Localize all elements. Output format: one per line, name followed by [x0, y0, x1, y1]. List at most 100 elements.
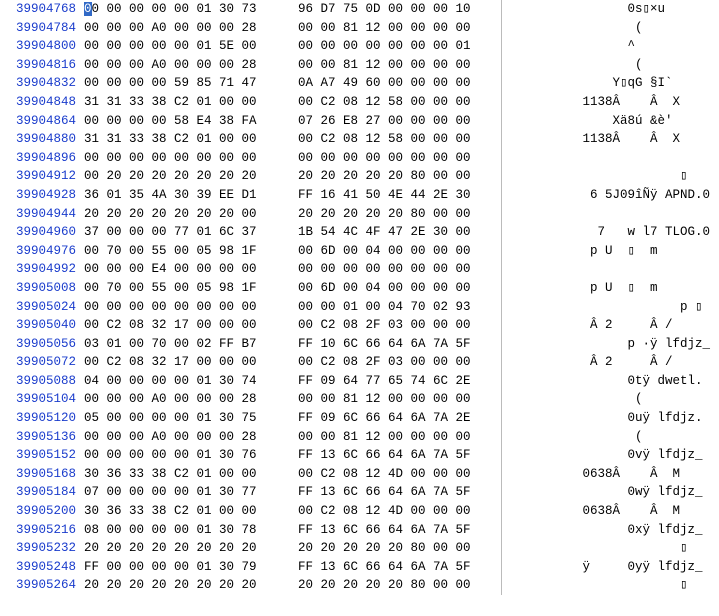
hex-bytes-right[interactable]: 00 00 81 12 00 00 00 00: [298, 390, 496, 409]
hex-bytes-right[interactable]: FF 13 6C 66 64 6A 7A 5F: [298, 558, 496, 577]
hex-row[interactable]: 3990494420 20 20 20 20 20 20 0020 20 20 …: [0, 205, 719, 224]
hex-bytes-right[interactable]: 00 00 81 12 00 00 00 00: [298, 428, 496, 447]
ascii-dump[interactable]: 0wÿ lfdjz_: [510, 483, 710, 502]
ascii-dump[interactable]: p U ▯ m: [510, 279, 710, 298]
hex-bytes-right[interactable]: 00 00 81 12 00 00 00 00: [298, 56, 496, 75]
hex-bytes-left[interactable]: 00 70 00 55 00 05 98 1F: [82, 279, 280, 298]
hex-row[interactable]: 3990483200 00 00 00 59 85 71 470A A7 49 …: [0, 74, 719, 93]
hex-bytes-left[interactable]: 20 20 20 20 20 20 20 20: [82, 539, 280, 558]
hex-row[interactable]: 3990496037 00 00 00 77 01 6C 371B 54 4C …: [0, 223, 719, 242]
hex-bytes-left[interactable]: 03 01 00 70 00 02 FF B7: [82, 335, 280, 354]
hex-row[interactable]: 3990510400 00 00 A0 00 00 00 2800 00 81 …: [0, 390, 719, 409]
hex-bytes-left[interactable]: 37 00 00 00 77 01 6C 37: [82, 223, 280, 242]
ascii-dump[interactable]: (: [510, 56, 710, 75]
ascii-dump[interactable]: 0uÿ lfdjz.: [510, 409, 710, 428]
ascii-dump[interactable]: ▯: [510, 576, 710, 595]
hex-bytes-right[interactable]: 00 C2 08 12 58 00 00 00: [298, 93, 496, 112]
hex-bytes-left[interactable]: 00 00 00 00 00 00 00 00: [82, 298, 280, 317]
hex-bytes-left[interactable]: 00 C2 08 32 17 00 00 00: [82, 353, 280, 372]
hex-row[interactable]: 3990504000 C2 08 32 17 00 00 0000 C2 08 …: [0, 316, 719, 335]
hex-row[interactable]: 3990508804 00 00 00 00 01 30 74FF 09 64 …: [0, 372, 719, 391]
hex-bytes-right[interactable]: FF 10 6C 66 64 6A 7A 5F: [298, 335, 496, 354]
hex-row[interactable]: 3990497600 70 00 55 00 05 98 1F00 6D 00 …: [0, 242, 719, 261]
hex-bytes-left[interactable]: 00 00 00 00 59 85 71 47: [82, 74, 280, 93]
hex-row[interactable]: 3990489600 00 00 00 00 00 00 0000 00 00 …: [0, 149, 719, 168]
hex-bytes-left[interactable]: 07 00 00 00 00 01 30 77: [82, 483, 280, 502]
hex-bytes-right[interactable]: 00 00 00 00 00 00 00 01: [298, 37, 496, 56]
hex-bytes-right[interactable]: FF 13 6C 66 64 6A 7A 5F: [298, 521, 496, 540]
hex-row[interactable]: 3990521608 00 00 00 00 01 30 78FF 13 6C …: [0, 521, 719, 540]
hex-row[interactable]: 3990484831 31 33 38 C2 01 00 0000 C2 08 …: [0, 93, 719, 112]
hex-bytes-right[interactable]: 00 C2 08 12 4D 00 00 00: [298, 502, 496, 521]
hex-bytes-left[interactable]: 00 00 00 00 00 01 30 76: [82, 446, 280, 465]
hex-row[interactable]: 3990516830 36 33 38 C2 01 00 0000 C2 08 …: [0, 465, 719, 484]
hex-bytes-left[interactable]: 00 00 00 A0 00 00 00 28: [82, 428, 280, 447]
ascii-dump[interactable]: 0s▯×u: [510, 0, 710, 19]
hex-bytes-left[interactable]: 08 00 00 00 00 01 30 78: [82, 521, 280, 540]
hex-bytes-left[interactable]: 30 36 33 38 C2 01 00 00: [82, 502, 280, 521]
hex-bytes-left[interactable]: 00 00 00 A0 00 00 00 28: [82, 390, 280, 409]
ascii-dump[interactable]: 1138Â Â X: [510, 93, 710, 112]
hex-bytes-left[interactable]: 30 36 33 38 C2 01 00 00: [82, 465, 280, 484]
hex-row[interactable]: 3990488031 31 33 38 C2 01 00 0000 C2 08 …: [0, 130, 719, 149]
hex-bytes-left[interactable]: 00 00 00 E4 00 00 00 00: [82, 260, 280, 279]
hex-bytes-right[interactable]: 00 C2 08 12 4D 00 00 00: [298, 465, 496, 484]
hex-bytes-left[interactable]: 31 31 33 38 C2 01 00 00: [82, 130, 280, 149]
hex-bytes-left[interactable]: 05 00 00 00 00 01 30 75: [82, 409, 280, 428]
hex-bytes-left[interactable]: 04 00 00 00 00 01 30 74: [82, 372, 280, 391]
ascii-dump[interactable]: Y▯qG §I`: [510, 74, 710, 93]
hex-row[interactable]: 3990502400 00 00 00 00 00 00 0000 00 01 …: [0, 298, 719, 317]
hex-bytes-left[interactable]: 00 70 00 55 00 05 98 1F: [82, 242, 280, 261]
hex-bytes-left[interactable]: 36 01 35 4A 30 39 EE D1: [82, 186, 280, 205]
hex-bytes-right[interactable]: FF 13 6C 66 64 6A 7A 5F: [298, 446, 496, 465]
hex-row[interactable]: 3990491200 20 20 20 20 20 20 2020 20 20 …: [0, 167, 719, 186]
ascii-dump[interactable]: 1138Â Â X: [510, 130, 710, 149]
hex-row[interactable]: 3990512005 00 00 00 00 01 30 75FF 09 6C …: [0, 409, 719, 428]
ascii-dump[interactable]: [510, 205, 710, 224]
hex-bytes-right[interactable]: 00 C2 08 2F 03 00 00 00: [298, 353, 496, 372]
ascii-dump[interactable]: 0xÿ lfdjz_: [510, 521, 710, 540]
ascii-dump[interactable]: 0vÿ lfdjz_: [510, 446, 710, 465]
hex-bytes-left[interactable]: 00 00 00 00 00 01 5E 00: [82, 37, 280, 56]
hex-bytes-left[interactable]: 31 31 33 38 C2 01 00 00: [82, 93, 280, 112]
hex-row[interactable]: 3990481600 00 00 A0 00 00 00 2800 00 81 …: [0, 56, 719, 75]
ascii-dump[interactable]: (: [510, 428, 710, 447]
hex-bytes-left[interactable]: 20 20 20 20 20 20 20 20: [82, 576, 280, 595]
ascii-dump[interactable]: Xä8ú &è': [510, 112, 710, 131]
hex-bytes-right[interactable]: 00 C2 08 2F 03 00 00 00: [298, 316, 496, 335]
hex-bytes-left[interactable]: 00 00 00 A0 00 00 00 28: [82, 56, 280, 75]
ascii-dump[interactable]: ▯: [510, 539, 710, 558]
hex-row[interactable]: 3990513600 00 00 A0 00 00 00 2800 00 81 …: [0, 428, 719, 447]
hex-row[interactable]: 3990500800 70 00 55 00 05 98 1F00 6D 00 …: [0, 279, 719, 298]
hex-bytes-right[interactable]: 00 00 81 12 00 00 00 00: [298, 19, 496, 38]
hex-row[interactable]: 3990505603 01 00 70 00 02 FF B7FF 10 6C …: [0, 335, 719, 354]
hex-row[interactable]: 3990507200 C2 08 32 17 00 00 0000 C2 08 …: [0, 353, 719, 372]
hex-bytes-left[interactable]: FF 00 00 00 00 01 30 79: [82, 558, 280, 577]
ascii-dump[interactable]: [510, 149, 710, 168]
ascii-dump[interactable]: 6 5J09îÑÿ APND.0: [510, 186, 710, 205]
hex-bytes-right[interactable]: 20 20 20 20 20 80 00 00: [298, 205, 496, 224]
hex-row[interactable]: 3990526420 20 20 20 20 20 20 2020 20 20 …: [0, 576, 719, 595]
hex-bytes-left[interactable]: 00 C2 08 32 17 00 00 00: [82, 316, 280, 335]
hex-bytes-right[interactable]: 0A A7 49 60 00 00 00 00: [298, 74, 496, 93]
hex-bytes-right[interactable]: 00 00 01 00 04 70 02 93: [298, 298, 496, 317]
ascii-dump[interactable]: p ·ÿ lfdjz_: [510, 335, 710, 354]
ascii-dump[interactable]: Â 2 Â /: [510, 316, 710, 335]
hex-bytes-right[interactable]: 20 20 20 20 20 80 00 00: [298, 576, 496, 595]
ascii-dump[interactable]: (: [510, 390, 710, 409]
hex-row[interactable]: 3990520030 36 33 38 C2 01 00 0000 C2 08 …: [0, 502, 719, 521]
ascii-dump[interactable]: 0638Â Â M: [510, 502, 710, 521]
hex-bytes-left[interactable]: 00 00 00 00 00 00 00 00: [82, 149, 280, 168]
ascii-dump[interactable]: p ▯: [510, 298, 710, 317]
ascii-dump[interactable]: ▯: [510, 167, 710, 186]
hex-bytes-left[interactable]: 00 00 00 00 00 01 30 73: [82, 0, 280, 19]
ascii-dump[interactable]: p U ▯ m: [510, 242, 710, 261]
hex-bytes-right[interactable]: 1B 54 4C 4F 47 2E 30 00: [298, 223, 496, 242]
hex-row[interactable]: 3990478400 00 00 A0 00 00 00 2800 00 81 …: [0, 19, 719, 38]
hex-row[interactable]: 3990476800 00 00 00 00 01 30 7396 D7 75 …: [0, 0, 719, 19]
ascii-dump[interactable]: 0638Â Â M: [510, 465, 710, 484]
hex-row[interactable]: 3990480000 00 00 00 00 01 5E 0000 00 00 …: [0, 37, 719, 56]
hex-row[interactable]: 3990515200 00 00 00 00 01 30 76FF 13 6C …: [0, 446, 719, 465]
hex-row[interactable]: 3990518407 00 00 00 00 01 30 77FF 13 6C …: [0, 483, 719, 502]
ascii-dump[interactable]: (: [510, 19, 710, 38]
